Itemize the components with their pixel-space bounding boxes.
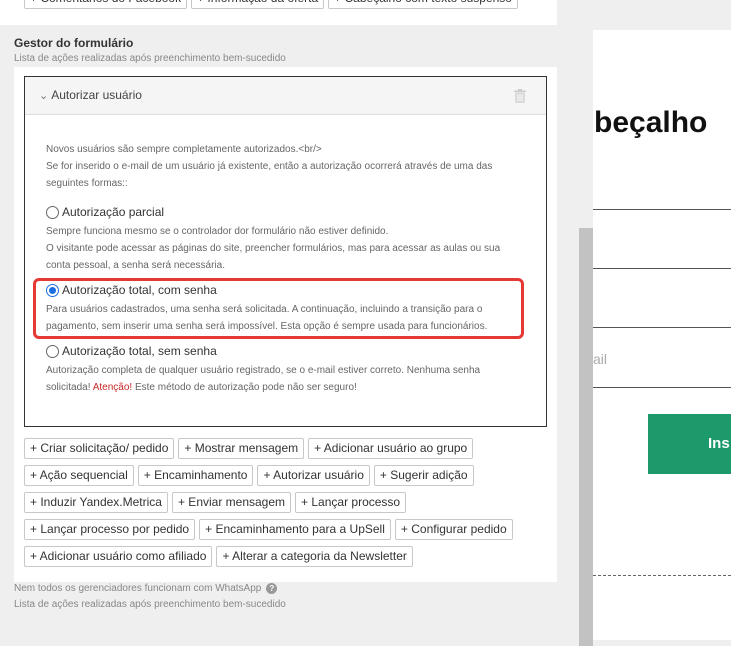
add-user-as-affiliate-button[interactable]: + Adicionar usuário como afiliado: [24, 546, 213, 567]
add-show-message-button[interactable]: + Mostrar mensagem: [178, 438, 305, 459]
form-settings-panel: + Comentários do Facebook+ Informação da…: [0, 0, 593, 646]
form-preview: beçalho ail Ins: [593, 0, 731, 646]
full-auth-no-password-desc-2: solicitada! Atenção! Este método de auto…: [46, 379, 357, 397]
dashed-divider: [593, 575, 731, 576]
submit-button[interactable]: Ins: [648, 414, 731, 474]
option-partial-auth[interactable]: Autorização parcial: [46, 205, 164, 219]
action-title[interactable]: ⌄ Autorizar usuário: [39, 88, 142, 102]
add-launch-process-button[interactable]: + Lançar processo: [295, 492, 407, 513]
input-underline: [593, 268, 731, 269]
add-sequential-action-button[interactable]: + Ação sequencial: [24, 465, 134, 486]
intro-text-2: Se for inserido o e-mail de um usuário j…: [46, 161, 493, 172]
add-action-row-5: + Adicionar usuário como afiliado + Alter…: [24, 546, 417, 573]
add-offer-info-button[interactable]: + Informação da oferta: [191, 0, 325, 9]
trash-icon[interactable]: [514, 89, 526, 108]
preview-heading: beçalho: [594, 106, 708, 139]
intro-text-1: Novos usuários são sempre completamente …: [46, 144, 322, 155]
footer-subtitle: Lista de ações realizadas após preenchim…: [14, 599, 286, 610]
chevron-down-icon[interactable]: ⌄: [39, 90, 48, 102]
add-redirect-button[interactable]: + Encaminhamento: [137, 465, 254, 486]
add-action-row-4: + Lançar processo por pedido + Encaminham…: [24, 519, 517, 546]
radio-partial-auth[interactable]: [46, 205, 59, 219]
whatsapp-note: Nem todos os gerenciadores funcionam com…: [14, 583, 278, 594]
add-create-request-button[interactable]: + Criar solicitação/ pedido: [24, 438, 175, 459]
full-auth-no-password-desc-1: Autorização completa de qualquer usuário…: [46, 365, 481, 376]
partial-auth-desc-2: O visitante pode acessar as páginas do s…: [46, 243, 501, 254]
partial-auth-desc-3: conta pessoal, a senha será necessária.: [46, 260, 225, 271]
add-suggest-addition-button[interactable]: + Sugerir adição: [373, 465, 474, 486]
warning-text: Atenção!: [92, 382, 133, 393]
desc-text: solicitada!: [46, 382, 91, 393]
add-change-newsletter-category-button[interactable]: + Alterar a categoria da Newsletter: [216, 546, 413, 567]
top-button-row: + Comentários do Facebook+ Informação da…: [24, 0, 522, 15]
scrollbar[interactable]: [579, 228, 593, 646]
add-facebook-comments-button[interactable]: + Comentários do Facebook: [24, 0, 188, 9]
add-configure-order-button[interactable]: + Configurar pedido: [394, 519, 513, 540]
desc-text: Este método de autorização pode não ser …: [134, 382, 357, 393]
add-yandex-metrica-button[interactable]: + Induzir Yandex.Metrica: [24, 492, 168, 513]
option-full-auth-no-password-label: Autorização total, sem senha: [62, 344, 217, 358]
input-underline: [593, 387, 731, 388]
add-dropdown-header-button[interactable]: + Cabeçalho com texto suspenso: [328, 0, 518, 9]
email-field-placeholder[interactable]: ail: [593, 351, 607, 367]
option-full-auth-no-password[interactable]: Autorização total, sem senha: [46, 344, 217, 358]
add-launch-process-by-order-button[interactable]: + Lançar processo por pedido: [24, 519, 196, 540]
whatsapp-note-text: Nem todos os gerenciadores funcionam com…: [14, 583, 262, 594]
input-underline: [593, 327, 731, 328]
selected-option-highlight: [33, 278, 524, 339]
section-title: Gestor do formulário: [14, 36, 134, 50]
input-underline: [593, 209, 731, 210]
add-authorize-user-button[interactable]: + Autorizar usuário: [257, 465, 370, 486]
action-header[interactable]: ⌄ Autorizar usuário: [25, 77, 546, 115]
add-action-row-1: + Criar solicitação/ pedido + Mostrar men…: [24, 438, 477, 465]
help-icon[interactable]: ?: [266, 583, 278, 594]
intro-text-3: seguintes formas::: [46, 178, 128, 189]
preview-card: beçalho ail Ins: [593, 30, 731, 640]
radio-full-auth-no-password[interactable]: [46, 344, 59, 358]
add-upsell-redirect-button[interactable]: + Encaminhamento para a UpSell: [199, 519, 391, 540]
add-action-row-3: + Induzir Yandex.Metrica + Enviar mensage…: [24, 492, 410, 519]
partial-auth-desc-1: Sempre funciona mesmo se o controlador d…: [46, 226, 389, 237]
action-title-label: Autorizar usuário: [51, 88, 142, 102]
add-user-to-group-button[interactable]: + Adicionar usuário ao grupo: [308, 438, 474, 459]
add-action-row-2: + Ação sequencial + Encaminhamento + Autor…: [24, 465, 478, 492]
section-subtitle: Lista de ações realizadas após preenchim…: [14, 53, 286, 64]
option-partial-auth-label: Autorização parcial: [62, 205, 165, 219]
add-send-message-button[interactable]: + Enviar mensagem: [171, 492, 292, 513]
